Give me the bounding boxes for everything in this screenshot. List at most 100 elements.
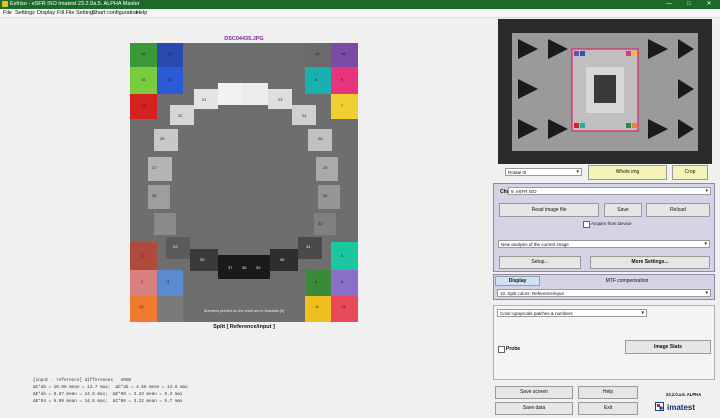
patch-g25 [154, 129, 178, 151]
menu-settings[interactable]: Settings [15, 10, 35, 16]
reload-button[interactable]: Reload [646, 203, 710, 217]
patch-label: 23 [278, 97, 283, 102]
patch-label: 4 [315, 279, 318, 284]
patch-3 [157, 270, 183, 296]
patch-label: 16 [141, 51, 146, 56]
probe-checkbox[interactable] [498, 346, 505, 353]
patch-label: 20 [167, 77, 172, 82]
stats-line: ΔC*ab = 10.65 mean = 14.7 max; ΔC*ab = 4… [33, 385, 188, 390]
patch-label: 6 [315, 77, 318, 82]
whole-img-button[interactable]: Whole img [588, 165, 667, 180]
patch-2 [130, 270, 157, 296]
rotate-select[interactable]: Rotate 0l [505, 168, 582, 176]
more-settings-button[interactable]: More Settings... [590, 256, 710, 269]
options-panel: Color+grayscale patches & numbers Probe … [493, 305, 715, 380]
title-bar: Esfriso - eSFR ISO Imatest 23.2.0a.5. AL… [0, 0, 720, 9]
image-preview[interactable] [498, 19, 712, 164]
patch-7 [331, 94, 358, 119]
acquire-checkbox[interactable] [583, 221, 590, 228]
minimize-button[interactable]: — [660, 0, 678, 9]
patch-label: 29 [323, 165, 328, 170]
patch-label: 22 [178, 113, 183, 118]
stats-header: [input - reference] differences sRGB [33, 378, 131, 383]
version-label: 23.2.0.a.5. ALPHA [666, 392, 702, 397]
tab-mtf-compensation[interactable]: MTF compensation [540, 276, 714, 286]
menu-help[interactable]: Help [136, 10, 147, 16]
chart-note: Numbers printed on the chart are in brac… [203, 309, 285, 313]
chart-canvas: 16 17 19 18 15 20 6 9 12 7 1 5 2 3 4 8 1… [130, 43, 358, 322]
image-stats-button[interactable]: Image Stats [625, 340, 711, 354]
patch-1 [130, 242, 157, 270]
patch-label: 17 [167, 51, 172, 56]
chart-panel: Chart 9. eSFR ISO Read image file Save R… [493, 183, 715, 272]
patch-label: 3 [167, 279, 170, 284]
analysis-select[interactable]: New analysis of the current image [498, 240, 710, 248]
patch-label: 36 [280, 257, 285, 262]
color-patches-select[interactable]: Color+grayscale patches & numbers [497, 309, 647, 317]
patch-label: 37 [228, 265, 233, 270]
patch-label: 25 [160, 136, 165, 141]
crop-button[interactable]: Crop [672, 165, 708, 180]
setup-button[interactable]: Setup... [499, 256, 581, 269]
menu-display[interactable]: Display [37, 10, 55, 16]
patch-label: 35 [200, 257, 205, 262]
patch-label: 38 [242, 265, 247, 270]
chart-filename: DSC04435.JPG [224, 36, 264, 42]
patch-label: 1 [141, 253, 144, 258]
patch-label: 18 [341, 51, 346, 56]
menu-bar: File Settings Display Fill File Settings… [0, 9, 720, 18]
patch-8 [331, 270, 358, 296]
patch-5 [331, 242, 358, 270]
read-image-button[interactable]: Read image file [499, 203, 599, 217]
patch-label: 7 [341, 103, 344, 108]
patch-g20 [242, 83, 268, 105]
menu-fill-file[interactable]: Fill File Settings [57, 10, 96, 16]
patch-g31 [154, 213, 176, 235]
patch-label: 34 [306, 244, 311, 249]
patch-label: 30 [323, 193, 328, 198]
window-title: Esfriso - eSFR ISO Imatest 23.2.0a.5. AL… [10, 1, 140, 7]
patch-g19 [218, 83, 242, 105]
save-button[interactable]: Save [604, 203, 642, 217]
imatest-logo-icon [655, 402, 664, 411]
patch-9 [331, 67, 358, 94]
acquire-label: Acquire from Device [591, 221, 632, 226]
help-button[interactable]: Help [578, 386, 638, 399]
tab-display[interactable]: Display [495, 276, 540, 286]
patch-label: 2 [141, 279, 144, 284]
chart-select[interactable]: 9. eSFR ISO [508, 187, 711, 195]
patch-g30 [318, 185, 340, 209]
preview-chart-icon [498, 19, 712, 164]
stats-line: ΔE*ab = 8.67 mean = 14.5 max; ΔE*00 = 3.… [33, 392, 183, 397]
patch-label: 28 [152, 193, 157, 198]
menu-file[interactable]: File [3, 10, 12, 16]
patch-label: 32 [318, 221, 323, 226]
patch-label: 8 [341, 279, 344, 284]
display-panel: Display MTF compensation 10. Split color… [493, 274, 715, 300]
exit-button[interactable]: Exit [578, 402, 638, 415]
stats-line: ΔE*94 = 5.99 mean = 14.5 max; ΔC*00 = 3.… [33, 399, 183, 404]
patch-label: 9 [341, 77, 344, 82]
patch-label: 27 [152, 165, 157, 170]
patch-label: 19 [315, 51, 320, 56]
display-select[interactable]: 10. Split colors: Reference/input [497, 289, 711, 297]
patch-g33 [166, 237, 190, 259]
app-icon [2, 1, 8, 7]
patch-label: 15 [141, 77, 146, 82]
patch-label: 12 [141, 103, 146, 108]
close-button[interactable]: ✕ [700, 0, 718, 9]
patch-label: 24 [302, 113, 307, 118]
patch-label: 5 [341, 253, 344, 258]
patch-6 [305, 67, 331, 94]
patch-label: 33 [173, 244, 178, 249]
maximize-button[interactable]: □ [680, 0, 698, 9]
save-data-button[interactable]: Save data [495, 402, 573, 415]
menu-chart-config[interactable]: Chart configuration [92, 10, 138, 16]
probe-label: Probe [506, 346, 521, 352]
patch-label: 39 [256, 265, 261, 270]
patch-label: 26 [318, 136, 323, 141]
patch-4 [305, 270, 331, 296]
brand-label: imatest [667, 403, 696, 412]
difference-stats: [input - reference] differences sRGB ΔC*a… [33, 377, 188, 405]
save-screen-button[interactable]: Save screen [495, 386, 573, 399]
